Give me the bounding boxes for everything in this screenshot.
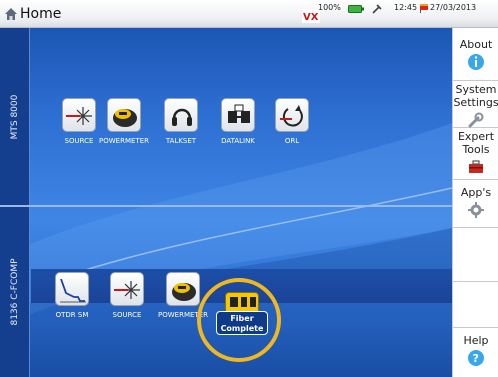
app-tile-orl[interactable]: ORL	[267, 98, 317, 145]
tile-label: POWERMETER	[99, 137, 149, 145]
tile-label: DATALINK	[221, 137, 255, 145]
right-sidebar: About System Settings Expert Tools App's…	[452, 28, 498, 377]
empty-slot-2	[453, 282, 498, 328]
otdr-icon	[55, 272, 89, 306]
section-label-text: MTS 8000	[9, 94, 20, 139]
powermeter-icon	[166, 272, 200, 306]
clock: 12:45	[394, 3, 418, 12]
powermeter-icon	[107, 98, 141, 132]
system-settings-button[interactable]: System Settings	[453, 81, 498, 128]
app-tile-datalink[interactable]: DATALINK	[213, 98, 263, 145]
section-label-8136-cfcomp: 8136 C-FCOMP	[0, 207, 30, 377]
apps-gear-icon	[467, 201, 485, 219]
help-button[interactable]: Help ?	[453, 328, 498, 377]
about-button[interactable]: About	[453, 28, 498, 81]
tile-label: SOURCE	[64, 137, 94, 145]
tile-label: SOURCE	[112, 311, 142, 319]
app-tile-talkset[interactable]: TALKSET	[156, 98, 206, 145]
datalink-icon	[221, 98, 255, 132]
app-tile-otdr-sm[interactable]: OTDR SM	[47, 272, 97, 319]
orl-icon	[275, 98, 309, 132]
plug-icon	[372, 4, 382, 14]
battery-percent: 100%	[318, 3, 341, 12]
about-label: About	[459, 38, 493, 51]
tile-label: OTDR SM	[55, 311, 89, 319]
svg-text:?: ?	[473, 352, 479, 365]
app-tile-source[interactable]: SOURCE	[54, 98, 104, 145]
page-title: Home	[20, 6, 62, 22]
date: 27/03/2013	[430, 3, 477, 12]
empty-slot-1	[453, 228, 498, 282]
svg-text:VX: VX	[303, 12, 319, 23]
app-tile-powermeter[interactable]: POWERMETER	[99, 98, 149, 145]
toolbox-icon	[467, 158, 485, 176]
home-screen: MTS 8000 SOURCE POWERMETER TALKSET DATAL…	[0, 28, 452, 377]
app-tile-source-2[interactable]: SOURCE	[102, 272, 152, 319]
battery-icon	[348, 5, 364, 13]
tile-label: ORL	[284, 137, 300, 145]
info-icon	[467, 53, 485, 71]
section-label-text: 8136 C-FCOMP	[9, 258, 20, 326]
apps-label: App's	[460, 186, 492, 199]
help-label: Help	[463, 334, 489, 347]
source-icon	[110, 272, 144, 306]
expert-tools-label: Expert Tools	[457, 130, 495, 156]
flag-icon	[420, 4, 428, 13]
highlight-ring	[197, 278, 281, 362]
expert-tools-button[interactable]: Expert Tools	[453, 128, 498, 180]
home-icon[interactable]	[4, 7, 18, 21]
section-divider	[0, 205, 452, 207]
headset-icon	[164, 98, 198, 132]
help-icon: ?	[467, 349, 485, 367]
tile-label: TALKSET	[165, 137, 197, 145]
apps-button[interactable]: App's	[453, 180, 498, 228]
source-icon	[62, 98, 96, 132]
system-settings-label: System Settings	[453, 83, 498, 109]
wrench-icon	[467, 111, 485, 129]
section-label-mts8000: MTS 8000	[0, 28, 30, 205]
status-bar: Home VX 100% 12:45 27/03/2013	[0, 0, 498, 28]
